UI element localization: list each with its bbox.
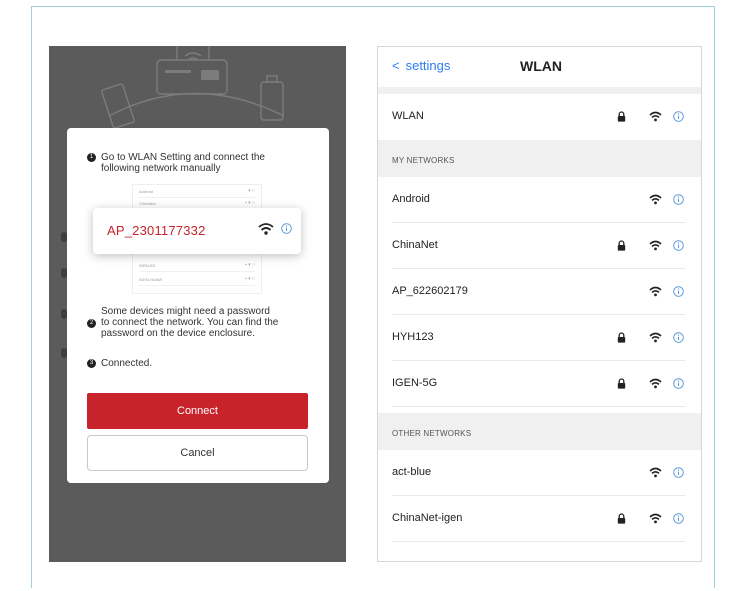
step-text: to connect the network. You can find the — [101, 317, 279, 328]
wifi-icon — [649, 286, 662, 297]
lock-icon — [617, 513, 626, 524]
network-row[interactable]: Android — [378, 177, 701, 223]
network-name: AP_622602179 — [392, 285, 468, 297]
row-divider — [392, 406, 685, 407]
router-illustration — [101, 46, 285, 129]
info-icon[interactable] — [673, 286, 684, 297]
network-name: IGEN-5G — [392, 377, 438, 389]
network-name: ChinaNet — [392, 239, 438, 251]
step-number: 2 — [87, 319, 96, 328]
info-icon[interactable] — [673, 467, 684, 478]
chevron-left-icon: < — [392, 58, 400, 73]
step-number: 1 — [87, 153, 96, 162]
network-row[interactable]: act-blue — [378, 450, 701, 496]
info-icon[interactable] — [673, 332, 684, 343]
wlan-settings-screenshot: < settings WLAN WLAN MY NETWORKS Android … — [377, 46, 702, 562]
info-icon[interactable] — [673, 240, 684, 251]
wifi-icon — [649, 332, 662, 343]
row-divider — [392, 541, 685, 542]
network-row[interactable]: IGEN-5G — [378, 361, 701, 407]
list-item: Android ▾ ○ — [139, 187, 255, 198]
wifi-icon — [649, 467, 662, 478]
step-number: 3 — [87, 359, 96, 368]
other-networks-header: OTHER NETWORKS — [378, 413, 701, 450]
wifi-icon — [649, 513, 662, 524]
row-label: WLAN — [392, 110, 424, 122]
section-label: OTHER NETWORKS — [392, 429, 472, 438]
navigation-bar: < settings WLAN — [378, 47, 701, 87]
my-networks-header: MY NETWORKS — [378, 140, 701, 177]
cancel-button[interactable]: Cancel — [87, 435, 308, 471]
info-icon[interactable] — [673, 111, 684, 122]
network-name: HYH123 — [392, 331, 434, 343]
wifi-icon — [649, 378, 662, 389]
connect-button[interactable]: Connect — [87, 393, 308, 429]
wlan-instructions-dialog: 1 Go to WLAN Setting and connect the fol… — [67, 128, 329, 483]
wlan-toggle-row[interactable]: WLAN — [378, 94, 701, 140]
back-button[interactable]: < settings — [392, 58, 450, 73]
section-label: MY NETWORKS — [392, 156, 455, 165]
network-ssid: AP_2301177332 — [107, 223, 206, 238]
info-icon[interactable] — [673, 378, 684, 389]
step-text: Go to WLAN Setting and connect the — [101, 152, 265, 163]
info-icon[interactable] — [673, 513, 684, 524]
network-row[interactable]: HYH123 — [378, 315, 701, 361]
step-text: Connected. — [101, 358, 153, 369]
list-item: IGEN-HUAW ▪ ▾ ○ — [139, 275, 255, 286]
lock-icon — [617, 111, 626, 122]
info-icon[interactable] — [281, 223, 292, 234]
list-item: IGEN-5G ▪ ▾ ○ — [139, 261, 255, 272]
lock-icon — [617, 378, 626, 389]
network-name: ChinaNet-igen — [392, 512, 463, 524]
step-text: following network manually — [101, 163, 221, 174]
page-title: WLAN — [520, 58, 562, 74]
network-name: act-blue — [392, 466, 432, 478]
highlighted-network-card[interactable]: AP_2301177332 — [93, 208, 301, 254]
wifi-icon — [258, 223, 274, 235]
network-row[interactable]: AP_622602179 — [378, 269, 701, 315]
network-row[interactable]: ChinaNet — [378, 223, 701, 269]
network-name: Android — [392, 193, 430, 205]
wifi-icon — [649, 240, 662, 251]
network-row[interactable]: ChinaNet-igen — [378, 496, 701, 542]
wifi-icon — [649, 111, 662, 122]
lock-icon — [617, 240, 626, 251]
divider — [378, 87, 701, 94]
wifi-icon — [649, 194, 662, 205]
lock-icon — [617, 332, 626, 343]
step-text: password on the device enclosure. — [101, 328, 255, 339]
back-label: settings — [405, 58, 451, 73]
step-text: Some devices might need a password — [101, 306, 270, 317]
info-icon[interactable] — [673, 194, 684, 205]
